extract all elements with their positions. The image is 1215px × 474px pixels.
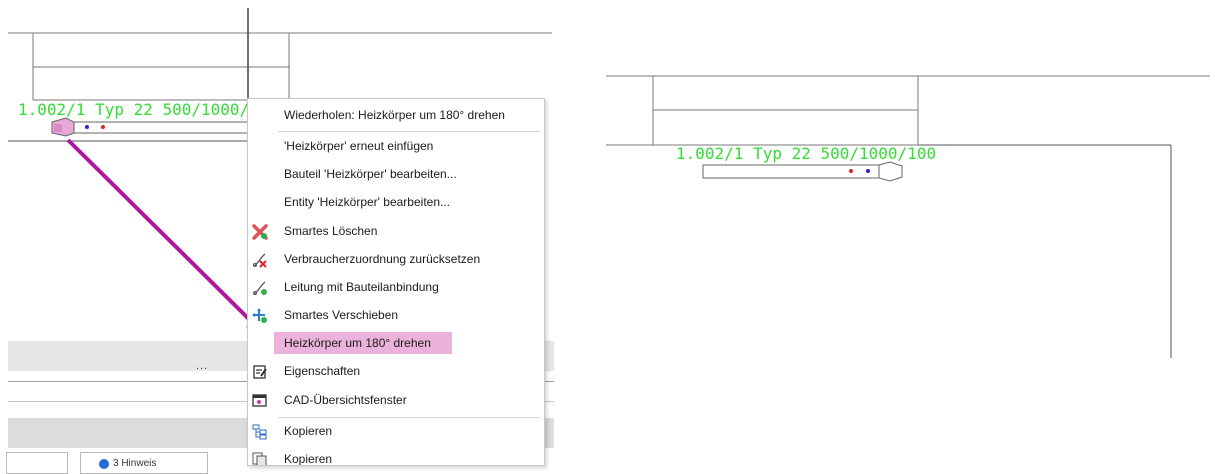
menu-item-smart-delete[interactable]: Smartes Löschen xyxy=(248,218,544,246)
menu-item-label: Verbraucherzuordnung zurücksetzen xyxy=(284,252,481,266)
bottom-button-hinweis[interactable]: 3 Hinweis xyxy=(80,452,208,474)
menu-item-copy[interactable]: Kopieren xyxy=(248,446,544,465)
copy-tree-icon xyxy=(252,424,267,440)
menu-item-label: Eigenschaften xyxy=(284,364,361,378)
smart-delete-icon xyxy=(252,224,268,240)
right-cad-view[interactable]: 1.002/1 Typ 22 500/1000/100 xyxy=(606,0,1215,464)
context-menu: Wiederholen: Heizkörper um 180° drehen '… xyxy=(247,98,545,466)
properties-icon xyxy=(253,365,267,379)
menu-item-smart-move[interactable]: Smartes Verschieben xyxy=(248,302,544,330)
menu-item-edit-entity[interactable]: Entity 'Heizkörper' bearbeiten... xyxy=(248,189,544,217)
pipe-connection-icon xyxy=(253,281,267,295)
info-icon xyxy=(99,459,109,469)
menu-item-label: Smartes Löschen xyxy=(284,224,378,238)
bottom-button-1[interactable] xyxy=(6,452,68,474)
menu-item-label: Wiederholen: Heizkörper um 180° drehen xyxy=(284,108,505,122)
menu-item-label: Smartes Verschieben xyxy=(284,308,399,322)
menu-item-pipe-connection[interactable]: Leitung mit Bauteilanbindung xyxy=(248,274,544,302)
reset-assignment-icon xyxy=(253,253,267,268)
right-radiator-label: 1.002/1 Typ 22 500/1000/100 xyxy=(676,144,937,163)
menu-item-label: 'Heizkörper' erneut einfügen xyxy=(284,139,434,153)
menu-item-label: Bauteil 'Heizkörper' bearbeiten... xyxy=(284,167,457,181)
smart-move-icon xyxy=(252,308,267,323)
menu-separator xyxy=(278,131,540,132)
menu-item-rotate-180[interactable]: Heizkörper um 180° drehen xyxy=(248,330,544,358)
menu-item-label: Entity 'Heizkörper' bearbeiten... xyxy=(284,195,450,209)
menu-item-properties[interactable]: Eigenschaften xyxy=(248,358,544,386)
menu-item-label: CAD-Übersichtsfenster xyxy=(284,393,407,407)
menu-item-cad-overview[interactable]: CAD-Übersichtsfenster xyxy=(248,387,544,415)
menu-item-reinsert[interactable]: 'Heizkörper' erneut einfügen xyxy=(248,133,544,161)
right-cad-drawing xyxy=(606,75,1210,358)
menu-item-copy-tree[interactable]: Kopieren xyxy=(248,418,544,446)
menu-item-reset-assignment[interactable]: Verbraucherzuordnung zurücksetzen xyxy=(248,246,544,274)
cad-overview-icon xyxy=(252,394,267,407)
left-status-ellipsis: ... xyxy=(196,360,209,372)
menu-item-label: Leitung mit Bauteilanbindung xyxy=(284,280,439,294)
menu-item-label: Heizkörper um 180° drehen xyxy=(284,336,431,350)
menu-item-edit-component[interactable]: Bauteil 'Heizkörper' bearbeiten... xyxy=(248,161,544,189)
left-radiator-label: 1.002/1 Typ 22 500/1000/10 xyxy=(18,100,269,119)
menu-item-repeat[interactable]: Wiederholen: Heizkörper um 180° drehen xyxy=(248,102,544,130)
menu-item-label: Kopieren xyxy=(284,424,333,438)
